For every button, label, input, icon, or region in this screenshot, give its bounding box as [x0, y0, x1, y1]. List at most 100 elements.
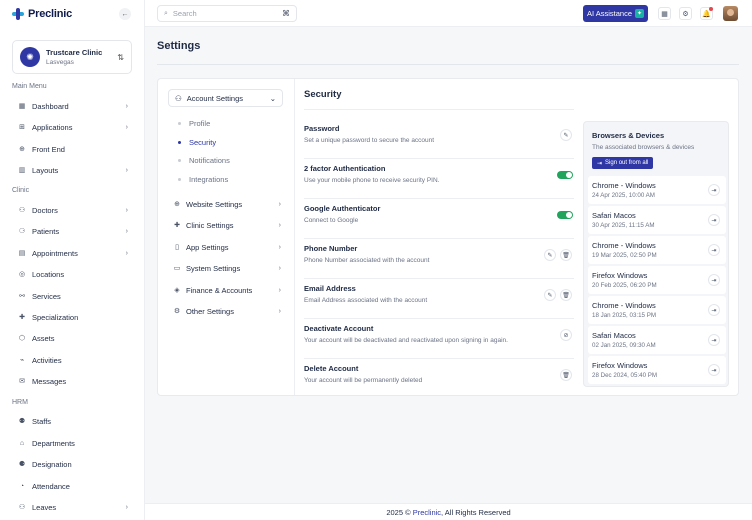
browser-time: 24 Apr 2025, 10:00 AM: [592, 192, 655, 199]
sign-out-session-button[interactable]: ⇥: [708, 334, 720, 346]
clinic-icon: ✚: [174, 222, 180, 229]
logout-icon: ⇥: [597, 160, 603, 167]
user-avatar[interactable]: [723, 6, 738, 21]
settings-group-finance-and-accounts[interactable]: ◈ Finance & Accounts ›: [173, 283, 281, 297]
settings-group-website-settings[interactable]: ⊕ Website Settings ›: [173, 197, 281, 211]
app-logo[interactable]: Preclinic: [12, 7, 72, 21]
sidebar-item-label: Appointments: [32, 248, 78, 258]
sidebar-item-specialization[interactable]: ✚ Specialization: [12, 308, 132, 326]
sidebar-item-doctors[interactable]: ⚇ Doctors ›: [12, 201, 132, 219]
sign-out-session-button[interactable]: ⇥: [708, 274, 720, 286]
settings-group-app-settings[interactable]: ▯ App Settings ›: [173, 240, 281, 254]
sidebar-item-attendance[interactable]: ◔ Attendance: [12, 477, 132, 495]
edit-password-button[interactable]: ✎: [560, 129, 572, 141]
user-settings-icon: ⚇: [175, 93, 182, 103]
browser-name: Safari Macos: [592, 211, 636, 220]
department-icon: ⌂: [19, 439, 25, 447]
account-settings-toggle[interactable]: ⚇ Account Settings ⌄: [168, 89, 283, 107]
calendar-button[interactable]: ▦: [658, 7, 671, 20]
sign-out-session-button[interactable]: ⇥: [708, 304, 720, 316]
security-row-title: Password: [304, 124, 340, 133]
edit-phone-number-button[interactable]: ✎: [544, 249, 556, 261]
chevron-right-icon: ›: [125, 503, 128, 511]
settings-group-label: App Settings: [186, 242, 229, 252]
sidebar-item-assets[interactable]: ⬡ Assets: [12, 329, 132, 347]
sidebar-item-applications[interactable]: ⊞ Applications ›: [12, 118, 132, 136]
chevron-right-icon: ›: [278, 264, 281, 272]
sidebar-item-activities[interactable]: ⌁ Activities: [12, 351, 132, 369]
security-row-title: Google Authenticator: [304, 204, 381, 213]
clinic-switcher[interactable]: ✺ Trustcare Clinic Lasvegas ⇅: [12, 40, 132, 74]
notifications-button[interactable]: 🔔: [700, 7, 713, 20]
settings-subnav-notifications[interactable]: Notifications: [178, 156, 230, 165]
settings-subnav-profile[interactable]: Profile: [178, 119, 210, 128]
delete-delete-account-button[interactable]: 🗑: [560, 369, 572, 381]
settings-card: ⚇ Account Settings ⌄ Profile Security Noti…: [157, 78, 739, 396]
sidebar-item-messages[interactable]: ✉ Messages: [12, 372, 132, 390]
sidebar-item-designation[interactable]: ⚈ Designation: [12, 455, 132, 473]
delete-email-address-button[interactable]: 🗑: [560, 289, 572, 301]
browsers-title: Browsers & Devices: [592, 131, 665, 140]
collapse-sidebar-button[interactable]: ←: [119, 8, 131, 20]
browser-name: Chrome - Windows: [592, 181, 656, 190]
settings-subnav-security[interactable]: Security: [178, 138, 216, 147]
sidebar-item-leaves[interactable]: ⚇ Leaves ›: [12, 498, 132, 516]
sidebar-item-locations[interactable]: ◎ Locations: [12, 265, 132, 283]
block-deactivate-account-button[interactable]: ⊘: [560, 329, 572, 341]
settings-group-clinic-settings[interactable]: ✚ Clinic Settings ›: [173, 218, 281, 232]
browsers-subtitle: The associated browsers & devices: [592, 144, 695, 151]
sidebar-item-services[interactable]: ⚯ Services: [12, 287, 132, 305]
settings-group-other-settings[interactable]: ⚙ Other Settings ›: [173, 304, 281, 318]
trash-icon: 🗑: [562, 292, 570, 299]
sidebar-item-appointments[interactable]: ▤ Appointments ›: [12, 244, 132, 262]
logout-icon: ⇥: [711, 307, 717, 314]
settings-button[interactable]: ⚙: [679, 7, 692, 20]
settings-group-label: Finance & Accounts: [186, 285, 253, 295]
search-input[interactable]: [172, 9, 277, 18]
sidebar-item-front-end[interactable]: ⊕ Front End: [12, 140, 132, 158]
delete-phone-number-button[interactable]: 🗑: [560, 249, 572, 261]
sidebar-item-departments[interactable]: ⌂ Departments: [12, 434, 132, 452]
sign-out-session-button[interactable]: ⇥: [708, 244, 720, 256]
edit-email-address-button[interactable]: ✎: [544, 289, 556, 301]
pin-icon: ◎: [18, 271, 26, 278]
logo-text: Preclinic: [28, 8, 73, 20]
security-row-title: Phone Number: [304, 244, 358, 253]
chevron-right-icon: ›: [278, 243, 281, 251]
command-key-icon: ⌘: [282, 9, 290, 18]
sidebar-item-staffs[interactable]: ⚉ Staffs: [12, 412, 132, 430]
search-box[interactable]: ⌕ ⌘: [157, 5, 297, 22]
layout-icon: ▥: [18, 167, 26, 174]
sign-out-session-button[interactable]: ⇥: [708, 184, 720, 196]
security-title: Security: [304, 89, 342, 100]
browser-time: 30 Apr 2025, 11:15 AM: [592, 222, 655, 229]
sign-out-session-button[interactable]: ⇥: [708, 214, 720, 226]
sign-out-all-button[interactable]: ⇥ Sign out from all: [592, 157, 654, 169]
logout-icon: ⇥: [711, 337, 717, 344]
browsers-panel: Browsers & Devices The associated browse…: [583, 121, 729, 387]
security-row-delete-account: Delete Account Your account will be perma…: [304, 359, 574, 399]
gear-icon: ⚙: [682, 10, 689, 18]
sidebar-item-layouts[interactable]: ▥ Layouts ›: [12, 161, 132, 179]
logout-icon: ⇥: [711, 247, 717, 254]
footer-brand-link[interactable]: Preclinic: [413, 508, 441, 517]
sidebar-item-patients[interactable]: ⚆ Patients ›: [12, 222, 132, 240]
chevron-right-icon: ›: [125, 206, 128, 214]
settings-subnav-integrations[interactable]: Integrations: [178, 175, 228, 184]
security-row-password: Password Set a unique password to secure …: [304, 119, 574, 159]
ai-assistance-button[interactable]: AI Assistance ✦: [583, 5, 648, 22]
footer-rights: , All Rights Reserved: [441, 508, 511, 517]
browser-time: 18 Jan 2025, 03:15 PM: [592, 312, 656, 319]
settings-subnav-label: Notifications: [189, 156, 230, 165]
sign-out-session-button[interactable]: ⇥: [708, 364, 720, 376]
browser-name: Firefox Windows: [592, 271, 648, 280]
security-row-google-authenticator: Google Authenticator Connect to Google: [304, 199, 574, 239]
sidebar-item-dashboard[interactable]: ▦ Dashboard ›: [12, 97, 132, 115]
footer: 2025 © Preclinic, All Rights Reserved: [145, 503, 752, 520]
settings-subnav-label: Profile: [189, 119, 211, 128]
specialization-icon: ✚: [19, 314, 25, 321]
2-factor-authentication-toggle[interactable]: [557, 171, 573, 179]
settings-group-system-settings[interactable]: ▭ System Settings ›: [173, 261, 281, 275]
google-authenticator-toggle[interactable]: [557, 211, 573, 219]
sidebar-item-label: Designation: [32, 459, 72, 469]
